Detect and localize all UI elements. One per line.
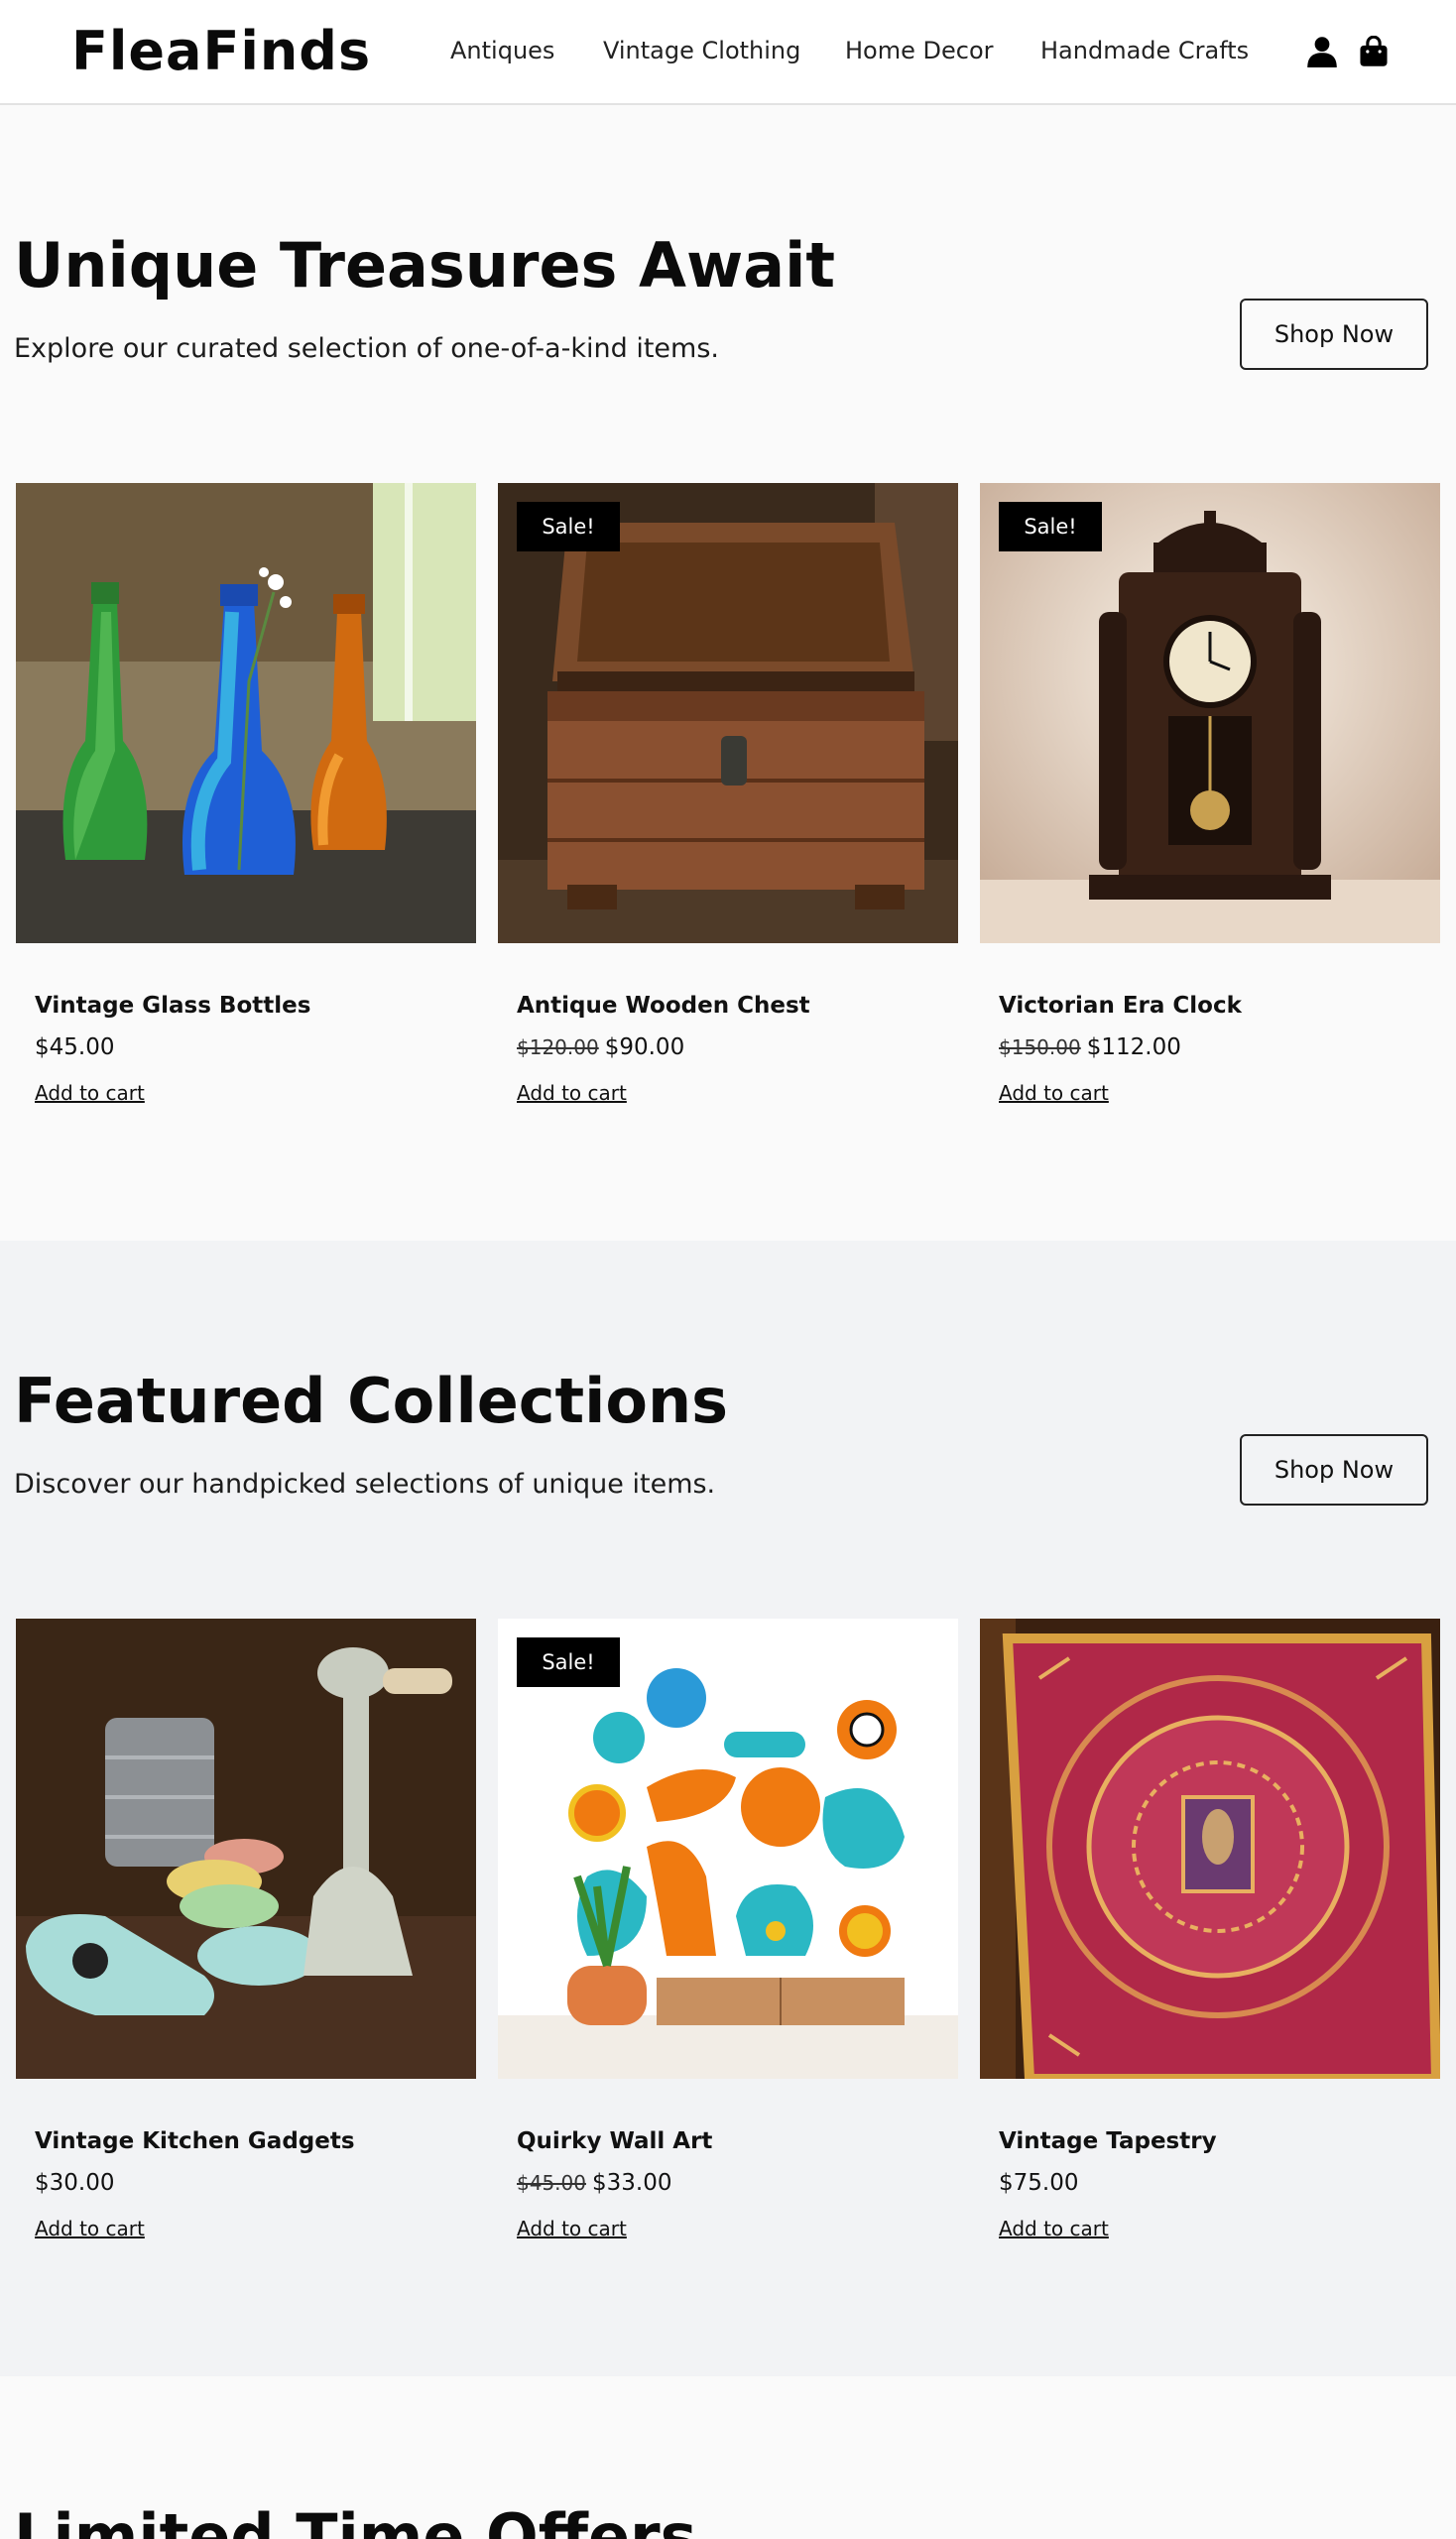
- user-icon[interactable]: [1307, 36, 1337, 67]
- product-name[interactable]: Victorian Era Clock: [999, 991, 1242, 1021]
- nav-link-vintage-clothing[interactable]: Vintage Clothing: [603, 34, 800, 67]
- original-price: $150.00: [999, 1035, 1081, 1059]
- add-to-cart-link[interactable]: Add to cart: [517, 1080, 627, 1106]
- current-price: $30.00: [35, 2170, 115, 2196]
- product-image-victorian-clock[interactable]: Sale!: [980, 483, 1440, 943]
- product-price: $120.00 $90.00: [517, 1032, 684, 1062]
- featured-title: Featured Collections: [14, 1365, 729, 1437]
- product-name[interactable]: Vintage Kitchen Gadgets: [35, 2126, 355, 2156]
- limited-title: Limited Time Offers: [14, 2500, 697, 2539]
- product-card-victorian-clock: Sale! Victorian Era Clock $150.00 $112.00…: [980, 483, 1440, 1105]
- current-price: $75.00: [999, 2170, 1079, 2196]
- product-name[interactable]: Vintage Glass Bottles: [35, 991, 310, 1021]
- current-price: $90.00: [604, 1034, 685, 1060]
- sale-badge: Sale!: [517, 502, 620, 551]
- product-card-vintage-tapestry: Vintage Tapestry $75.00 Add to cart: [980, 1619, 1440, 2240]
- current-price: $33.00: [591, 2170, 672, 2196]
- sale-badge: Sale!: [999, 502, 1102, 551]
- nav-link-handmade-crafts[interactable]: Handmade Crafts: [1040, 34, 1249, 67]
- original-price: $45.00: [517, 2171, 586, 2195]
- hero-shop-now-button[interactable]: Shop Now: [1240, 299, 1428, 370]
- featured-section: Featured Collections Discover our handpi…: [0, 1241, 1456, 2376]
- current-price: $45.00: [35, 1034, 115, 1060]
- hero-title: Unique Treasures Await: [14, 229, 835, 302]
- product-price: $150.00 $112.00: [999, 1032, 1181, 1062]
- product-card-kitchen-gadgets: Vintage Kitchen Gadgets $30.00 Add to ca…: [16, 1619, 476, 2240]
- product-price: $45.00: [35, 1032, 114, 1062]
- product-price: $75.00: [999, 2168, 1078, 2198]
- add-to-cart-link[interactable]: Add to cart: [517, 2216, 627, 2241]
- add-to-cart-link[interactable]: Add to cart: [999, 2216, 1109, 2241]
- product-name[interactable]: Vintage Tapestry: [999, 2126, 1217, 2156]
- product-card-quirky-wall-art: Sale! Quirky Wall Art $45.00 $33.00 Add t…: [498, 1619, 958, 2240]
- product-image-vintage-tapestry[interactable]: [980, 1619, 1440, 2079]
- featured-shop-now-button[interactable]: Shop Now: [1240, 1434, 1428, 1506]
- product-name[interactable]: Quirky Wall Art: [517, 2126, 712, 2156]
- product-name[interactable]: Antique Wooden Chest: [517, 991, 810, 1021]
- featured-subtitle: Discover our handpicked selections of un…: [14, 1469, 716, 1500]
- add-to-cart-link[interactable]: Add to cart: [999, 1080, 1109, 1106]
- shopping-bag-icon[interactable]: [1359, 36, 1389, 67]
- hero-subtitle: Explore our curated selection of one-of-…: [14, 333, 719, 364]
- product-card-wooden-chest: Sale! Antique Wooden Chest $120.00 $90.00…: [498, 483, 958, 1105]
- nav-link-antiques[interactable]: Antiques: [450, 34, 554, 67]
- hero-section: Unique Treasures Await Explore our curat…: [0, 105, 1456, 1241]
- product-image-glass-bottles[interactable]: [16, 483, 476, 943]
- sale-badge: Sale!: [517, 1637, 620, 1687]
- product-image-kitchen-gadgets[interactable]: [16, 1619, 476, 2079]
- original-price: $120.00: [517, 1035, 599, 1059]
- nav-link-home-decor[interactable]: Home Decor: [845, 34, 994, 67]
- product-image-wooden-chest[interactable]: Sale!: [498, 483, 958, 943]
- product-card-glass-bottles: Vintage Glass Bottles $45.00 Add to cart: [16, 483, 476, 1105]
- add-to-cart-link[interactable]: Add to cart: [35, 2216, 145, 2241]
- product-price: $45.00 $33.00: [517, 2168, 671, 2198]
- current-price: $112.00: [1086, 1034, 1181, 1060]
- limited-offers-section: Limited Time Offers: [0, 2376, 1456, 2539]
- product-price: $30.00: [35, 2168, 114, 2198]
- brand-logo[interactable]: FleaFinds: [71, 22, 371, 81]
- add-to-cart-link[interactable]: Add to cart: [35, 1080, 145, 1106]
- product-image-quirky-wall-art[interactable]: Sale!: [498, 1619, 958, 2079]
- site-header: FleaFinds Antiques Vintage Clothing Home…: [0, 0, 1456, 105]
